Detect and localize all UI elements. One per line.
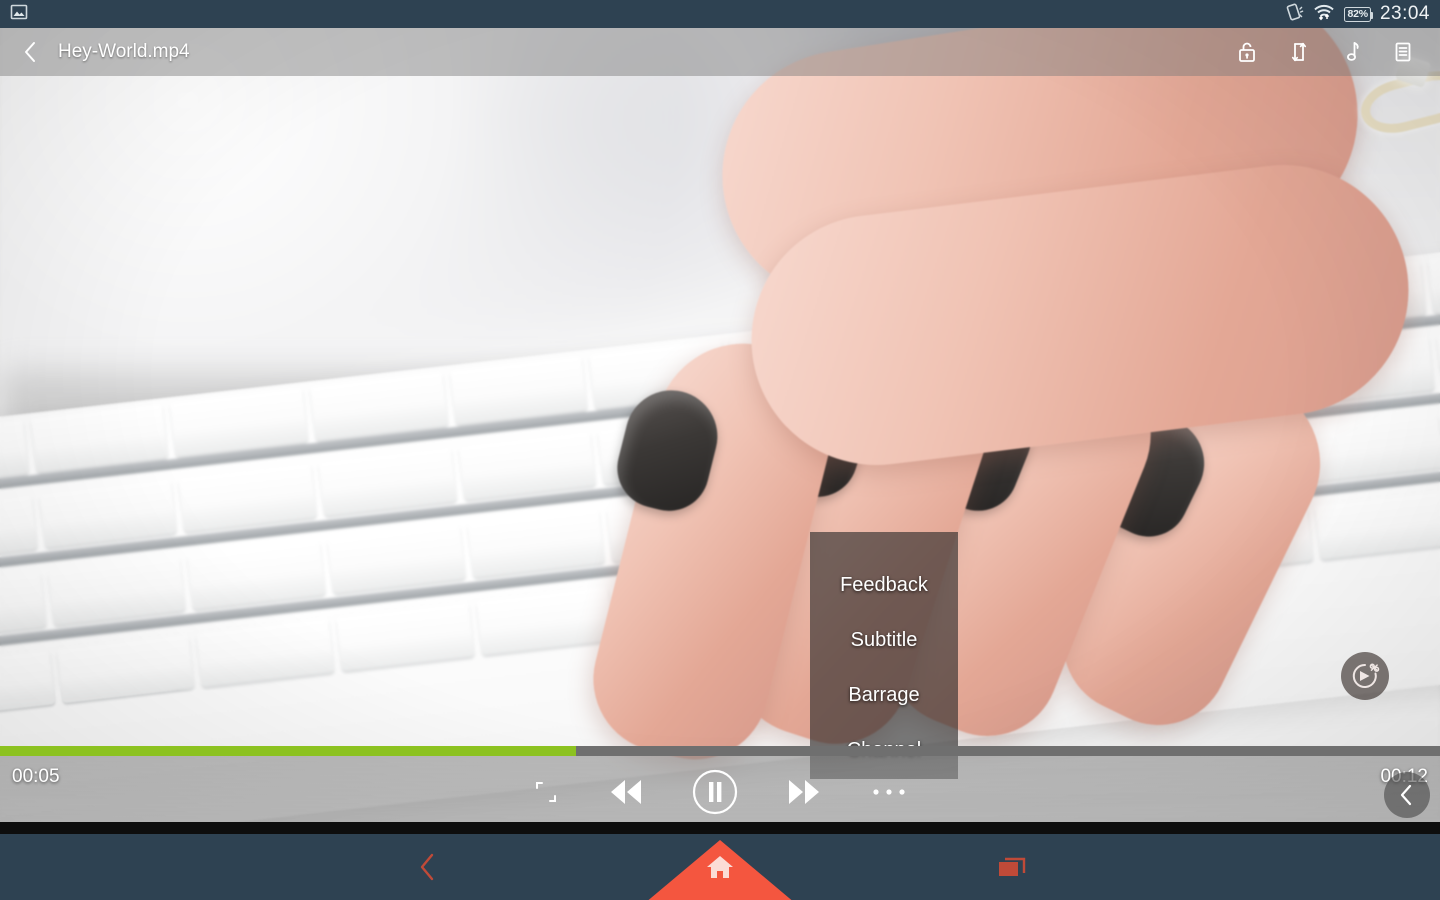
nav-back-icon <box>420 853 434 881</box>
fast-forward-button[interactable] <box>783 775 825 809</box>
status-clock: 23:04 <box>1379 3 1430 24</box>
video-clip-button[interactable] <box>1341 652 1389 700</box>
control-buttons <box>0 768 1440 816</box>
navigation-bar <box>0 834 1440 900</box>
chevron-left-icon <box>25 42 35 62</box>
image-icon <box>10 3 28 26</box>
title-bar-actions <box>1234 39 1426 65</box>
screen-rotation-button[interactable] <box>1286 39 1312 65</box>
screen-rotation-icon <box>1291 42 1307 62</box>
lock-button[interactable] <box>1234 39 1260 65</box>
battery-indicator: 82% <box>1343 6 1374 22</box>
pause-icon <box>692 769 738 815</box>
nav-recents-icon <box>999 857 1026 876</box>
fast-forward-icon <box>789 780 819 804</box>
letterbox-strip <box>0 822 1440 834</box>
back-button[interactable] <box>14 35 48 69</box>
seek-bar[interactable] <box>0 746 1440 756</box>
wifi-icon <box>1313 3 1335 26</box>
more-icon <box>873 789 905 795</box>
more-options-button[interactable] <box>869 782 909 802</box>
video-surface[interactable] <box>0 0 1440 834</box>
playback-controls: 00:05 00:12 <box>0 746 1440 834</box>
audio-track-button[interactable] <box>1338 39 1364 65</box>
nav-home-button[interactable] <box>689 843 751 891</box>
nav-home-icon <box>707 856 733 878</box>
menu-item-feedback[interactable]: Feedback <box>810 558 958 613</box>
collapse-panel-button[interactable] <box>1384 772 1430 818</box>
options-popup-menu: Feedback Subtitle Barrage Channel <box>810 532 958 779</box>
menu-item-barrage[interactable]: Barrage <box>810 668 958 723</box>
playlist-button[interactable] <box>1390 39 1416 65</box>
pause-button[interactable] <box>691 768 739 816</box>
status-bar: 82% 23:04 <box>0 0 1440 28</box>
nav-recents-button[interactable] <box>981 843 1043 891</box>
title-bar: Hey-World.mp4 <box>0 28 1440 76</box>
vibrate-icon <box>1284 3 1304 26</box>
nav-back-button[interactable] <box>397 843 459 891</box>
crop-button[interactable] <box>531 777 561 807</box>
player-screen: 82% 23:04 Hey-World.mp4 Feedback Subtitl… <box>0 0 1440 900</box>
lock-icon <box>1239 42 1255 62</box>
playlist-icon <box>1395 42 1411 62</box>
crop-icon <box>536 782 556 802</box>
seek-progress <box>0 746 576 756</box>
rewind-button[interactable] <box>605 775 647 809</box>
chevron-left-icon <box>1400 784 1412 806</box>
video-clip-icon <box>1352 663 1380 688</box>
music-note-icon <box>1347 42 1359 61</box>
rewind-icon <box>611 780 641 804</box>
menu-item-subtitle[interactable]: Subtitle <box>810 613 958 668</box>
video-title: Hey-World.mp4 <box>58 41 190 62</box>
